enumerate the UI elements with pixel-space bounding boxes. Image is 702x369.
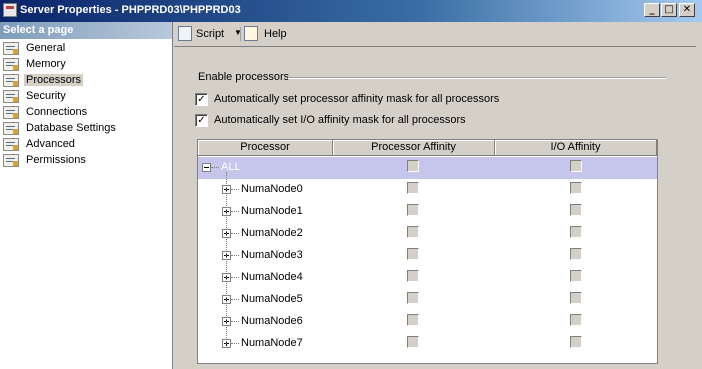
grid-row-numanode0[interactable]: NumaNode0 (198, 179, 657, 201)
tree-connector (231, 277, 239, 278)
processor-name: NumaNode0 (241, 183, 303, 195)
processor-name: NumaNode1 (241, 205, 303, 217)
maximize-button[interactable]: □ (661, 3, 677, 17)
io-affinity-checkbox[interactable] (570, 160, 582, 172)
processor-name: NumaNode4 (241, 271, 303, 283)
enable-processors-group-title: Enable processors (198, 71, 290, 83)
grid-row-all[interactable]: ALL (198, 157, 657, 179)
io-affinity-checkbox[interactable] (570, 182, 582, 194)
io-affinity-checkbox[interactable] (570, 226, 582, 238)
auto-processor-affinity-label: Automatically set processor affinity mas… (214, 93, 500, 105)
tree-connector (231, 255, 239, 256)
column-header-processor[interactable]: Processor (198, 140, 333, 156)
processor-affinity-checkbox[interactable] (407, 226, 419, 238)
processor-affinity-checkbox[interactable] (407, 336, 419, 348)
sidebar-item-label: Security (26, 90, 66, 102)
toolbar: Script ▼ Help (174, 22, 702, 46)
page-icon (3, 106, 19, 119)
processor-affinity-checkbox[interactable] (407, 270, 419, 282)
grid-row-numanode4[interactable]: NumaNode4 (198, 267, 657, 289)
tree-connector (231, 343, 239, 344)
auto-io-affinity-label: Automatically set I/O affinity mask for … (214, 114, 466, 126)
tree-connector (231, 321, 239, 322)
grid-row-numanode3[interactable]: NumaNode3 (198, 245, 657, 267)
processor-affinity-checkbox[interactable] (407, 248, 419, 260)
minimize-button[interactable]: _ (644, 3, 660, 17)
page-icon (3, 58, 19, 71)
io-affinity-checkbox[interactable] (570, 314, 582, 326)
processor-name: NumaNode2 (241, 227, 303, 239)
group-divider (288, 77, 666, 79)
select-page-header: Select a page (0, 22, 172, 39)
page-icon (3, 138, 19, 151)
script-label: Script (196, 28, 225, 40)
sidebar-item-label: Permissions (26, 154, 86, 166)
grid-row-numanode2[interactable]: NumaNode2 (198, 223, 657, 245)
column-header-processor-affinity[interactable]: Processor Affinity (333, 140, 495, 156)
auto-io-affinity-checkbox[interactable]: ✓ (195, 114, 208, 127)
close-button[interactable]: ✕ (679, 3, 695, 17)
page-icon (3, 90, 19, 103)
processor-affinity-grid: Processor Processor Affinity I/O Affinit… (197, 139, 658, 364)
processor-name: NumaNode3 (241, 249, 303, 261)
auto-processor-affinity-checkbox[interactable]: ✓ (195, 93, 208, 106)
grid-row-numanode7[interactable]: NumaNode7 (198, 333, 657, 355)
processor-affinity-checkbox[interactable] (407, 314, 419, 326)
column-header-io-affinity[interactable]: I/O Affinity (495, 140, 657, 156)
tree-vertical-connector (226, 172, 227, 344)
processor-affinity-checkbox[interactable] (407, 182, 419, 194)
script-button[interactable]: Script ▼ (178, 25, 242, 43)
processors-page: Enable processors ✓ Automatically set pr… (174, 46, 696, 369)
sidebar-item-label: General (26, 42, 66, 54)
tree-connector (231, 211, 239, 212)
processor-affinity-checkbox[interactable] (407, 292, 419, 304)
server-properties-icon (3, 3, 17, 17)
sidebar-item-label: Database Settings (26, 122, 116, 134)
page-icon (3, 122, 19, 135)
window-title: Server Properties - PHPPRD03\PHPPRD03 (20, 4, 241, 16)
tree-connector (231, 299, 239, 300)
page-selector-panel: Select a page General Memory Processors Sec… (0, 22, 173, 369)
processor-affinity-checkbox[interactable] (407, 160, 419, 172)
io-affinity-checkbox[interactable] (570, 204, 582, 216)
tree-connector (211, 167, 219, 168)
sidebar-item-label: Connections (26, 106, 88, 118)
sidebar-item-label: Memory (26, 58, 66, 70)
page-icon (3, 42, 19, 55)
processor-name: NumaNode6 (241, 315, 303, 327)
processor-name: NumaNode5 (241, 293, 303, 305)
io-affinity-checkbox[interactable] (570, 248, 582, 260)
page-icon (3, 154, 19, 167)
io-affinity-checkbox[interactable] (570, 336, 582, 348)
toolbar-separator (240, 27, 241, 41)
help-icon (244, 26, 258, 41)
io-affinity-checkbox[interactable] (570, 270, 582, 282)
io-affinity-checkbox[interactable] (570, 292, 582, 304)
sidebar-item-label: Advanced (26, 138, 75, 150)
grid-row-numanode6[interactable]: NumaNode6 (198, 311, 657, 333)
tree-connector (231, 189, 239, 190)
collapse-icon[interactable] (202, 163, 211, 172)
tree-connector (231, 233, 239, 234)
processor-name: ALL (221, 161, 241, 173)
help-button[interactable]: Help (244, 25, 290, 43)
page-icon (3, 74, 19, 87)
script-icon (178, 26, 192, 41)
grid-header: Processor Processor Affinity I/O Affinit… (198, 140, 657, 156)
grid-row-numanode5[interactable]: NumaNode5 (198, 289, 657, 311)
title-bar: Server Properties - PHPPRD03\PHPPRD03 _ … (0, 0, 702, 22)
help-label: Help (264, 28, 287, 40)
sidebar-item-label: Processors (24, 74, 84, 86)
grid-row-numanode1[interactable]: NumaNode1 (198, 201, 657, 223)
processor-name: NumaNode7 (241, 337, 303, 349)
processor-affinity-checkbox[interactable] (407, 204, 419, 216)
